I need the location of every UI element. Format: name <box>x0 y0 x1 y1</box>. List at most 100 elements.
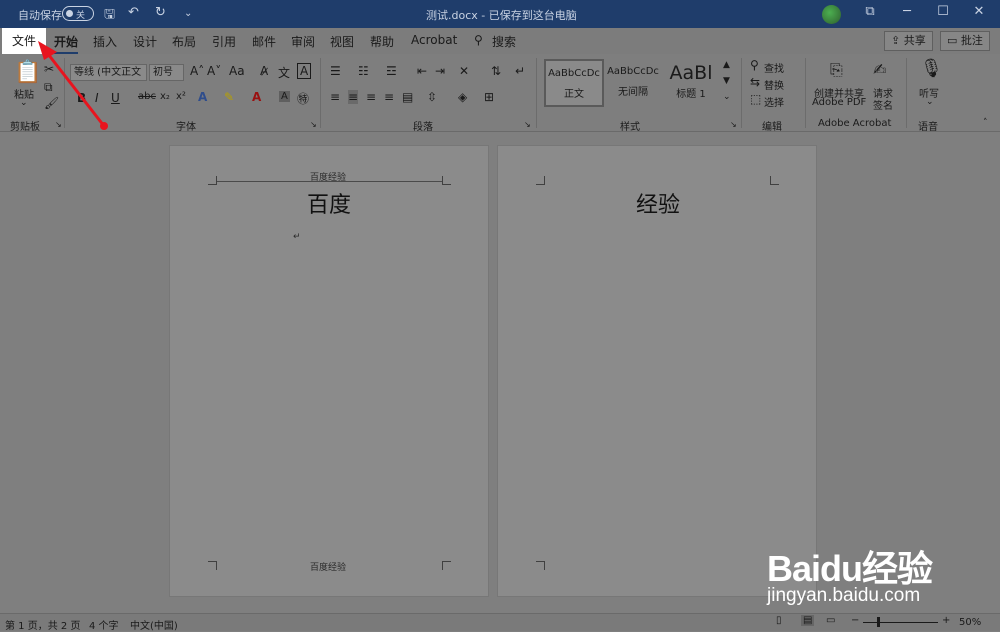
italic-icon[interactable]: I <box>95 91 99 105</box>
create-pdf-label-2[interactable]: Adobe PDF <box>812 97 866 108</box>
show-marks-icon[interactable]: ↵ <box>515 64 525 78</box>
subscript-icon[interactable]: x₂ <box>160 91 170 102</box>
change-case-icon[interactable]: Aa <box>229 64 245 78</box>
copy-icon[interactable]: ⧉ <box>44 80 53 95</box>
increase-indent-icon[interactable]: ⇥ <box>435 64 445 78</box>
cut-icon[interactable]: ✂ <box>44 62 54 76</box>
comments-button[interactable]: ▭ 批注 <box>940 31 990 51</box>
create-pdf-icon[interactable]: ⎘ <box>830 60 843 80</box>
bullets-icon[interactable]: ☰ <box>330 64 341 78</box>
find-label[interactable]: 查找 <box>764 60 784 75</box>
shrink-font-icon[interactable]: A˅ <box>207 64 221 78</box>
save-icon[interactable]: 🖫 <box>104 5 115 27</box>
redo-icon[interactable]: ↻ <box>155 5 166 20</box>
align-center-icon[interactable]: ≡ <box>348 90 359 104</box>
word-count[interactable]: 4 个字 <box>89 617 119 632</box>
styles-scroll-down-icon[interactable]: ▼ <box>723 76 730 86</box>
shading-icon[interactable]: ◈ <box>458 90 467 104</box>
align-right-icon[interactable]: ≡ <box>366 90 376 104</box>
font-size-select[interactable]: 初号 <box>149 64 184 81</box>
bold-icon[interactable]: B <box>77 91 86 105</box>
undo-icon[interactable]: ↶ <box>128 5 139 20</box>
autosave-toggle[interactable]: 关 <box>62 6 94 21</box>
font-launcher-icon[interactable]: ↘ <box>310 120 317 129</box>
chinese-layout-icon[interactable]: ✕ <box>459 64 469 78</box>
styles-more-icon[interactable]: ⌄ <box>723 92 731 102</box>
strikethrough-icon[interactable]: abc <box>138 91 156 102</box>
page-header[interactable]: 百度经验 <box>310 170 346 183</box>
page-body-text[interactable]: 经验 <box>636 187 680 219</box>
borders-icon[interactable]: ⊞ <box>484 90 494 104</box>
zoom-out-icon[interactable]: − <box>851 615 859 626</box>
highlight-icon[interactable]: ✎ <box>224 90 234 104</box>
zoom-slider-track[interactable] <box>863 622 938 623</box>
font-name-select[interactable]: 等线 (中文正文 <box>70 64 147 81</box>
decrease-indent-icon[interactable]: ⇤ <box>417 64 427 78</box>
customize-qat-icon[interactable]: ⌄ <box>184 8 192 19</box>
clipboard-launcher-icon[interactable]: ↘ <box>55 120 62 129</box>
style-no-spacing[interactable]: AaBbCcDc 无间隔 <box>603 59 663 107</box>
read-mode-icon[interactable]: ▯ <box>776 615 782 626</box>
clear-format-icon[interactable]: A̷ <box>260 64 268 78</box>
sort-icon[interactable]: ⇅ <box>491 64 501 78</box>
page-body-text[interactable]: 百度 <box>307 187 351 219</box>
page-1[interactable]: 百度经验 百度 ↵ 百度经验 <box>169 145 489 597</box>
character-border-icon[interactable]: A <box>297 63 312 79</box>
select-icon[interactable]: ⬚ <box>750 92 761 106</box>
close-icon[interactable]: ✕ <box>969 4 989 19</box>
minimize-icon[interactable]: ─ <box>897 4 917 19</box>
zoom-in-icon[interactable]: + <box>942 615 950 626</box>
tab-file[interactable]: 文件 <box>2 28 46 54</box>
microphone-icon[interactable]: 🎙 <box>920 58 943 79</box>
superscript-icon[interactable]: x² <box>176 91 186 102</box>
select-label[interactable]: 选择 <box>764 94 784 109</box>
request-signature-icon[interactable]: ✍ <box>873 60 886 79</box>
character-shading-icon[interactable]: A <box>279 91 290 102</box>
underline-icon[interactable]: U <box>111 91 120 105</box>
paste-dropdown-icon[interactable]: ⌄ <box>20 98 28 108</box>
phonetic-guide-icon[interactable]: 文 <box>278 64 290 81</box>
style-normal[interactable]: AaBbCcDc 正文 <box>544 59 604 107</box>
user-avatar[interactable] <box>822 5 841 24</box>
tab-mailings[interactable]: 邮件 <box>252 33 276 50</box>
multilevel-list-icon[interactable]: ☲ <box>386 64 397 78</box>
styles-scroll-up-icon[interactable]: ▲ <box>723 60 730 70</box>
style-heading-1[interactable]: AaBl 标题 1 <box>662 59 720 107</box>
line-spacing-icon[interactable]: ⇳ <box>427 90 437 104</box>
tab-help[interactable]: 帮助 <box>370 33 394 50</box>
font-color-icon[interactable]: A <box>252 90 261 104</box>
replace-icon[interactable]: ⇆ <box>750 75 760 89</box>
format-painter-icon[interactable]: 🖌 <box>44 96 59 110</box>
replace-label[interactable]: 替换 <box>764 77 784 92</box>
page-count[interactable]: 第 1 页，共 2 页 <box>5 617 80 632</box>
text-effects-icon[interactable]: A <box>198 90 207 104</box>
distributed-icon[interactable]: ▤ <box>402 90 413 104</box>
paste-icon[interactable]: 📋 <box>14 60 41 85</box>
print-layout-icon[interactable]: ▤ <box>801 615 815 626</box>
tab-references[interactable]: 引用 <box>212 33 236 50</box>
zoom-level[interactable]: 50% <box>959 617 981 628</box>
tab-insert[interactable]: 插入 <box>93 33 117 50</box>
page-footer[interactable]: 百度经验 <box>310 560 346 573</box>
dictate-dropdown-icon[interactable]: ⌄ <box>926 97 934 107</box>
tab-layout[interactable]: 布局 <box>172 33 196 50</box>
request-signature-label-2[interactable]: 签名 <box>873 97 893 112</box>
language[interactable]: 中文(中国) <box>130 617 178 632</box>
grow-font-icon[interactable]: A˄ <box>190 64 204 78</box>
share-button[interactable]: ⇪ 共享 <box>884 31 933 51</box>
tab-view[interactable]: 视图 <box>330 33 354 50</box>
align-left-icon[interactable]: ≡ <box>330 90 340 104</box>
numbering-icon[interactable]: ☷ <box>358 64 369 78</box>
paragraph-launcher-icon[interactable]: ↘ <box>524 120 531 129</box>
web-layout-icon[interactable]: ▭ <box>826 615 835 626</box>
tab-design[interactable]: 设计 <box>133 33 157 50</box>
collapse-ribbon-icon[interactable]: ˄ <box>983 118 988 128</box>
tab-search[interactable]: 搜索 <box>492 33 516 50</box>
styles-launcher-icon[interactable]: ↘ <box>730 120 737 129</box>
find-icon[interactable]: ⚲ <box>750 58 759 72</box>
ribbon-display-icon[interactable]: ⧉ <box>860 4 880 19</box>
tab-review[interactable]: 审阅 <box>291 33 315 50</box>
tab-acrobat[interactable]: Acrobat <box>411 33 457 47</box>
search-icon[interactable]: ⚲ <box>474 33 483 47</box>
enclose-characters-icon[interactable]: ㊕ <box>297 90 309 107</box>
